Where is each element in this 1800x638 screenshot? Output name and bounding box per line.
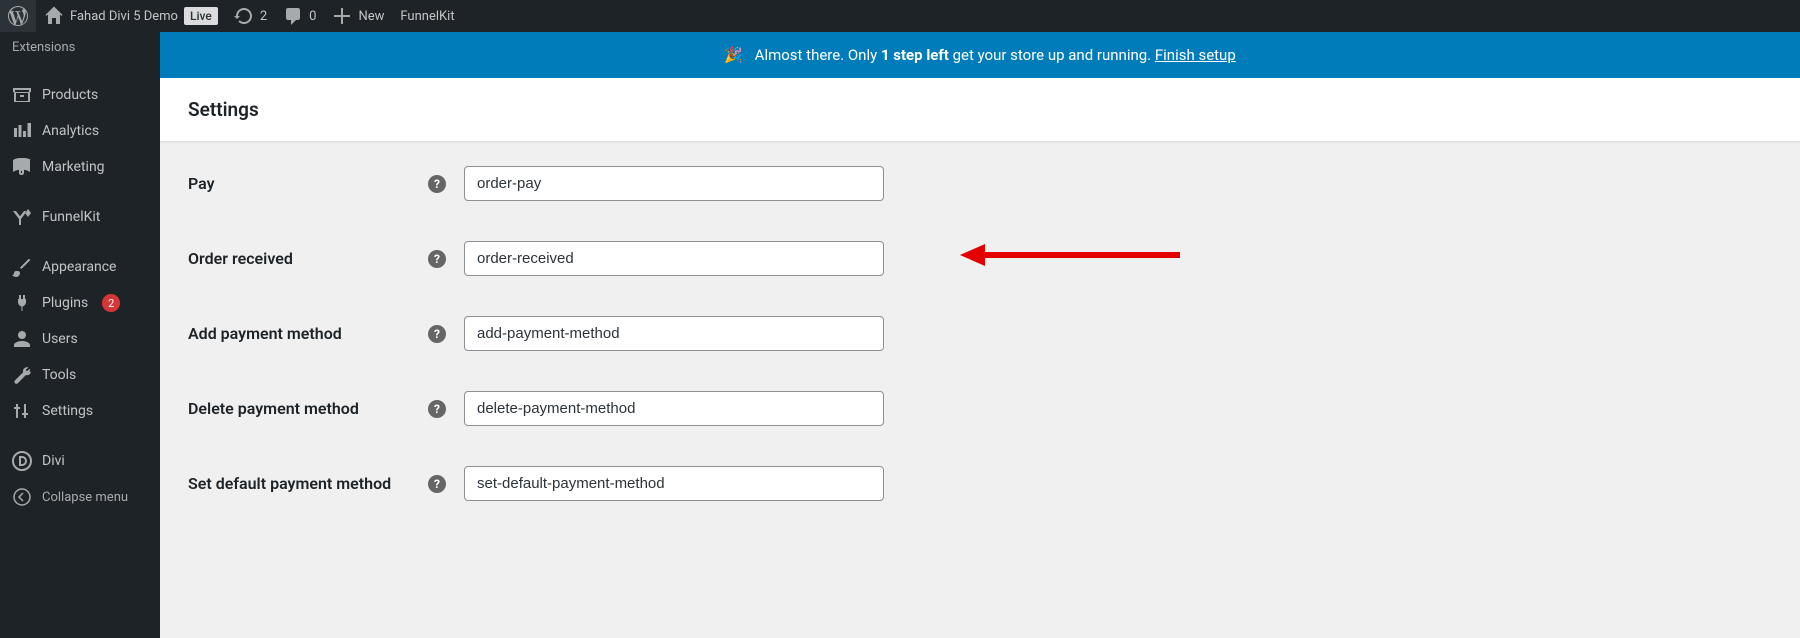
sidebar-item-label: Divi bbox=[42, 453, 65, 469]
help-icon[interactable]: ? bbox=[428, 400, 446, 418]
settings-form: Pay ? Order received ? Add payment metho… bbox=[160, 142, 1800, 565]
add-payment-method-input[interactable] bbox=[464, 316, 884, 351]
setup-notice-banner: 🎉 Almost there. Only 1 step left get you… bbox=[160, 32, 1800, 78]
plus-icon bbox=[332, 6, 352, 26]
home-icon bbox=[44, 6, 64, 26]
admin-sidebar: Extensions Products Analytics Marketing … bbox=[0, 32, 160, 638]
delete-payment-method-label: Delete payment method bbox=[188, 399, 428, 418]
set-default-payment-method-label: Set default payment method bbox=[188, 474, 428, 493]
chart-icon bbox=[12, 121, 32, 141]
funnelkit-icon bbox=[12, 207, 32, 227]
confetti-icon: 🎉 bbox=[724, 46, 743, 64]
collapse-label: Collapse menu bbox=[42, 490, 128, 505]
sidebar-item-settings[interactable]: Settings bbox=[0, 393, 160, 429]
funnelkit-adminbar-link[interactable]: FunnelKit bbox=[392, 0, 462, 32]
site-title: Fahad Divi 5 Demo bbox=[70, 9, 178, 24]
sidebar-item-divi[interactable]: Divi bbox=[0, 443, 160, 479]
comment-count: 0 bbox=[309, 9, 316, 24]
order-received-input[interactable] bbox=[464, 241, 884, 276]
sidebar-item-users[interactable]: Users bbox=[0, 321, 160, 357]
sidebar-item-label: FunnelKit bbox=[42, 209, 100, 225]
brush-icon bbox=[12, 257, 32, 277]
pay-label: Pay bbox=[188, 174, 428, 193]
settings-header: Settings bbox=[160, 78, 1800, 142]
user-icon bbox=[12, 329, 32, 349]
help-icon[interactable]: ? bbox=[428, 325, 446, 343]
add-payment-method-label: Add payment method bbox=[188, 324, 428, 343]
sidebar-item-label: Analytics bbox=[42, 123, 99, 139]
archive-icon bbox=[12, 85, 32, 105]
megaphone-icon bbox=[12, 157, 32, 177]
sidebar-item-label: Users bbox=[42, 331, 78, 347]
help-icon[interactable]: ? bbox=[428, 250, 446, 268]
pay-input[interactable] bbox=[464, 166, 884, 201]
plugin-count-badge: 2 bbox=[102, 294, 120, 312]
help-icon[interactable]: ? bbox=[428, 175, 446, 193]
comment-icon bbox=[283, 6, 303, 26]
delete-payment-method-input[interactable] bbox=[464, 391, 884, 426]
collapse-menu-button[interactable]: Collapse menu bbox=[0, 479, 160, 515]
collapse-icon bbox=[12, 487, 32, 507]
new-label: New bbox=[358, 9, 384, 24]
refresh-icon bbox=[234, 6, 254, 26]
new-content-link[interactable]: New bbox=[324, 0, 392, 32]
sidebar-item-marketing[interactable]: Marketing bbox=[0, 149, 160, 185]
sidebar-extensions-label: Extensions bbox=[0, 32, 160, 63]
sidebar-item-label: Settings bbox=[42, 403, 93, 419]
sidebar-item-plugins[interactable]: Plugins 2 bbox=[0, 285, 160, 321]
sidebar-item-funnelkit[interactable]: FunnelKit bbox=[0, 199, 160, 235]
sidebar-item-label: Plugins bbox=[42, 295, 88, 311]
page-title: Settings bbox=[188, 98, 1772, 121]
finish-setup-link[interactable]: Finish setup bbox=[1155, 46, 1236, 64]
sidebar-item-label: Marketing bbox=[42, 159, 105, 175]
sidebar-item-tools[interactable]: Tools bbox=[0, 357, 160, 393]
site-home-link[interactable]: Fahad Divi 5 Demo Live bbox=[36, 0, 226, 32]
sidebar-item-appearance[interactable]: Appearance bbox=[0, 249, 160, 285]
refresh-count: 2 bbox=[260, 9, 267, 24]
comments-link[interactable]: 0 bbox=[275, 0, 324, 32]
content-area: 🎉 Almost there. Only 1 step left get you… bbox=[160, 32, 1800, 638]
help-icon[interactable]: ? bbox=[428, 475, 446, 493]
refresh-updates[interactable]: 2 bbox=[226, 0, 275, 32]
admin-bar: Fahad Divi 5 Demo Live 2 0 New FunnelKit bbox=[0, 0, 1800, 32]
live-badge: Live bbox=[184, 7, 218, 25]
sidebar-item-products[interactable]: Products bbox=[0, 77, 160, 113]
sidebar-item-label: Products bbox=[42, 87, 98, 103]
order-received-label: Order received bbox=[188, 249, 428, 268]
sliders-icon bbox=[12, 401, 32, 421]
sidebar-item-label: Appearance bbox=[42, 259, 116, 275]
wrench-icon bbox=[12, 365, 32, 385]
wordpress-logo[interactable] bbox=[0, 0, 36, 32]
divi-icon bbox=[12, 451, 32, 471]
sidebar-item-analytics[interactable]: Analytics bbox=[0, 113, 160, 149]
set-default-payment-method-input[interactable] bbox=[464, 466, 884, 501]
sidebar-item-label: Tools bbox=[42, 367, 76, 383]
plug-icon bbox=[12, 293, 32, 313]
